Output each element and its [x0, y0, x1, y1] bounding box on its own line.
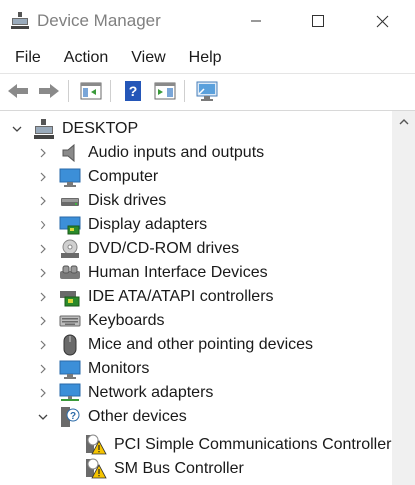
- keyboard-icon: [59, 315, 81, 327]
- hid-icon: [60, 265, 80, 279]
- tree-item-audio[interactable]: Audio inputs and outputs: [0, 141, 392, 165]
- chevron-right-icon[interactable]: [37, 267, 49, 279]
- monitor-icon: [59, 168, 81, 187]
- disk-drive-icon: [61, 198, 79, 206]
- tree-item-display-adapters[interactable]: Display adapters: [0, 213, 392, 237]
- close-icon: [376, 15, 388, 27]
- unknown-device-icon: ?: [61, 407, 80, 427]
- tree-root-row[interactable]: DESKTOP: [0, 117, 392, 141]
- vertical-scrollbar[interactable]: [392, 111, 415, 485]
- tree-item-ide-controllers[interactable]: IDE ATA/ATAPI controllers: [0, 285, 392, 309]
- help-icon: ?: [125, 81, 141, 101]
- tree-item-label: Mice and other pointing devices: [88, 336, 314, 353]
- close-button[interactable]: [352, 0, 412, 42]
- properties-console-button[interactable]: [78, 78, 104, 104]
- chevron-right-icon[interactable]: [37, 339, 49, 351]
- chevron-right-icon[interactable]: [37, 195, 49, 207]
- display-adapter-icon: [59, 216, 81, 235]
- menu-help[interactable]: Help: [182, 44, 229, 72]
- svg-text:?: ?: [70, 411, 76, 422]
- tree-item-mice[interactable]: Mice and other pointing devices: [0, 333, 392, 357]
- tree-item-label: Display adapters: [88, 216, 208, 233]
- tree-item-label: PCI Simple Communications Controller: [114, 436, 392, 453]
- tree-item-label: Monitors: [88, 360, 150, 377]
- tree-item-label: DVD/CD-ROM drives: [88, 240, 240, 257]
- menu-bar: File Action View Help: [0, 44, 415, 72]
- tree-item-label: Human Interface Devices: [88, 264, 268, 281]
- computer-tower-icon: [34, 119, 54, 139]
- menu-view[interactable]: View: [124, 44, 172, 72]
- back-button[interactable]: [5, 78, 31, 104]
- forward-icon: [39, 84, 59, 98]
- menu-action[interactable]: Action: [57, 44, 115, 72]
- speaker-icon: [62, 143, 75, 163]
- chevron-right-icon[interactable]: [37, 147, 49, 159]
- tree-item-hid[interactable]: Human Interface Devices: [0, 261, 392, 285]
- device-tree: DESKTOP Audio inputs and outputs Compute…: [0, 110, 415, 485]
- device-manager-window: Device Manager File Action View Help ? D…: [0, 0, 415, 485]
- chevron-down-icon[interactable]: [11, 123, 23, 135]
- tree-item-other-devices[interactable]: ? Other devices: [0, 405, 392, 429]
- tree-item-disk-drives[interactable]: Disk drives: [0, 189, 392, 213]
- toolbar: ?: [0, 73, 415, 108]
- warning-device-icon: [86, 434, 107, 455]
- chevron-right-icon[interactable]: [37, 291, 49, 303]
- chevron-right-icon[interactable]: [37, 243, 49, 255]
- show-hide-pane-icon: [154, 82, 176, 100]
- chevron-right-icon[interactable]: [37, 363, 49, 375]
- help-button[interactable]: ?: [120, 78, 146, 104]
- tree-item-label: Computer: [88, 168, 159, 185]
- maximize-button[interactable]: [288, 0, 348, 42]
- chevron-up-icon: [399, 119, 408, 125]
- show-hide-pane-button[interactable]: [152, 78, 178, 104]
- tree-subitem-pci-controller[interactable]: PCI Simple Communications Controller: [0, 433, 392, 457]
- warning-device-icon: [86, 458, 107, 479]
- minimize-button[interactable]: [226, 0, 286, 42]
- tree-item-dvd-cdrom[interactable]: DVD/CD-ROM drives: [0, 237, 392, 261]
- toolbar-separator: [68, 80, 69, 102]
- chevron-right-icon[interactable]: [37, 171, 49, 183]
- toolbar-separator: [110, 80, 111, 102]
- network-adapter-icon: [59, 383, 81, 401]
- tree-item-monitors[interactable]: Monitors: [0, 357, 392, 381]
- tree-item-label: IDE ATA/ATAPI controllers: [88, 288, 274, 305]
- tree-item-label: Audio inputs and outputs: [88, 144, 265, 161]
- scan-hardware-button[interactable]: [194, 78, 220, 104]
- tree-item-computer[interactable]: Computer: [0, 165, 392, 189]
- ide-controller-icon: [60, 291, 80, 307]
- tree-item-label: Keyboards: [88, 312, 165, 329]
- menu-file[interactable]: File: [8, 44, 48, 72]
- chevron-right-icon[interactable]: [37, 387, 49, 399]
- tree-subitem-smbus-controller[interactable]: SM Bus Controller: [0, 457, 392, 481]
- chevron-right-icon[interactable]: [37, 219, 49, 231]
- back-icon: [8, 84, 28, 98]
- properties-console-icon: [80, 82, 102, 100]
- tree-item-label: Other devices: [88, 408, 187, 425]
- scan-hardware-icon: [196, 81, 218, 101]
- toolbar-separator: [184, 80, 185, 102]
- tree-item-label: Network adapters: [88, 384, 214, 401]
- tree-item-network-adapters[interactable]: Network adapters: [0, 381, 392, 405]
- chevron-right-icon[interactable]: [37, 315, 49, 327]
- device-manager-icon: [11, 12, 29, 29]
- tree-item-keyboards[interactable]: Keyboards: [0, 309, 392, 333]
- svg-text:?: ?: [129, 83, 138, 99]
- forward-button[interactable]: [36, 78, 62, 104]
- tree-item-label: Disk drives: [88, 192, 167, 209]
- tree-item-label: SM Bus Controller: [114, 460, 244, 477]
- optical-drive-icon: [61, 239, 79, 258]
- scroll-up-button[interactable]: [392, 111, 415, 133]
- mouse-icon: [63, 334, 77, 356]
- title-bar[interactable]: Device Manager: [0, 0, 415, 42]
- monitor-icon: [59, 360, 81, 379]
- window-title: Device Manager: [37, 11, 161, 30]
- chevron-down-icon[interactable]: [37, 411, 49, 423]
- tree-root-label: DESKTOP: [62, 120, 139, 137]
